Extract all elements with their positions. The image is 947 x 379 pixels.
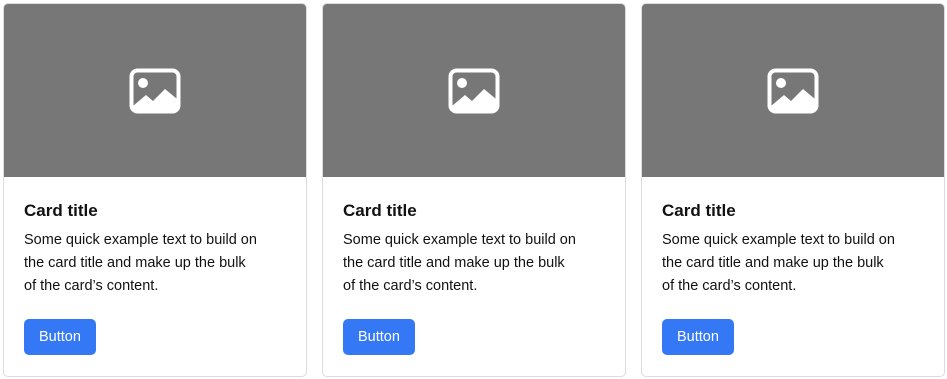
card-text: Some quick example text to build on the … <box>24 232 257 294</box>
card-image-placeholder <box>642 4 944 177</box>
card: Card title Some quick example text to bu… <box>3 3 307 377</box>
card-image-placeholder <box>4 4 306 177</box>
card-button[interactable]: Button <box>343 319 415 355</box>
card-image-placeholder <box>323 4 625 177</box>
card-title: Card title <box>662 201 736 220</box>
card-button[interactable]: Button <box>24 319 96 355</box>
card-text: Some quick example text to build on the … <box>662 232 895 294</box>
card-body: Card title Some quick example text to bu… <box>4 199 306 355</box>
image-icon <box>129 68 181 113</box>
card-text: Some quick example text to build on the … <box>343 232 576 294</box>
card-body: Card title Some quick example text to bu… <box>642 199 944 355</box>
card: Card title Some quick example text to bu… <box>641 3 945 377</box>
card-title: Card title <box>24 201 98 220</box>
image-icon <box>448 68 500 113</box>
card-title: Card title <box>343 201 417 220</box>
card: Card title Some quick example text to bu… <box>322 3 626 377</box>
image-icon <box>767 68 819 113</box>
card-body: Card title Some quick example text to bu… <box>323 199 625 355</box>
card-button[interactable]: Button <box>662 319 734 355</box>
